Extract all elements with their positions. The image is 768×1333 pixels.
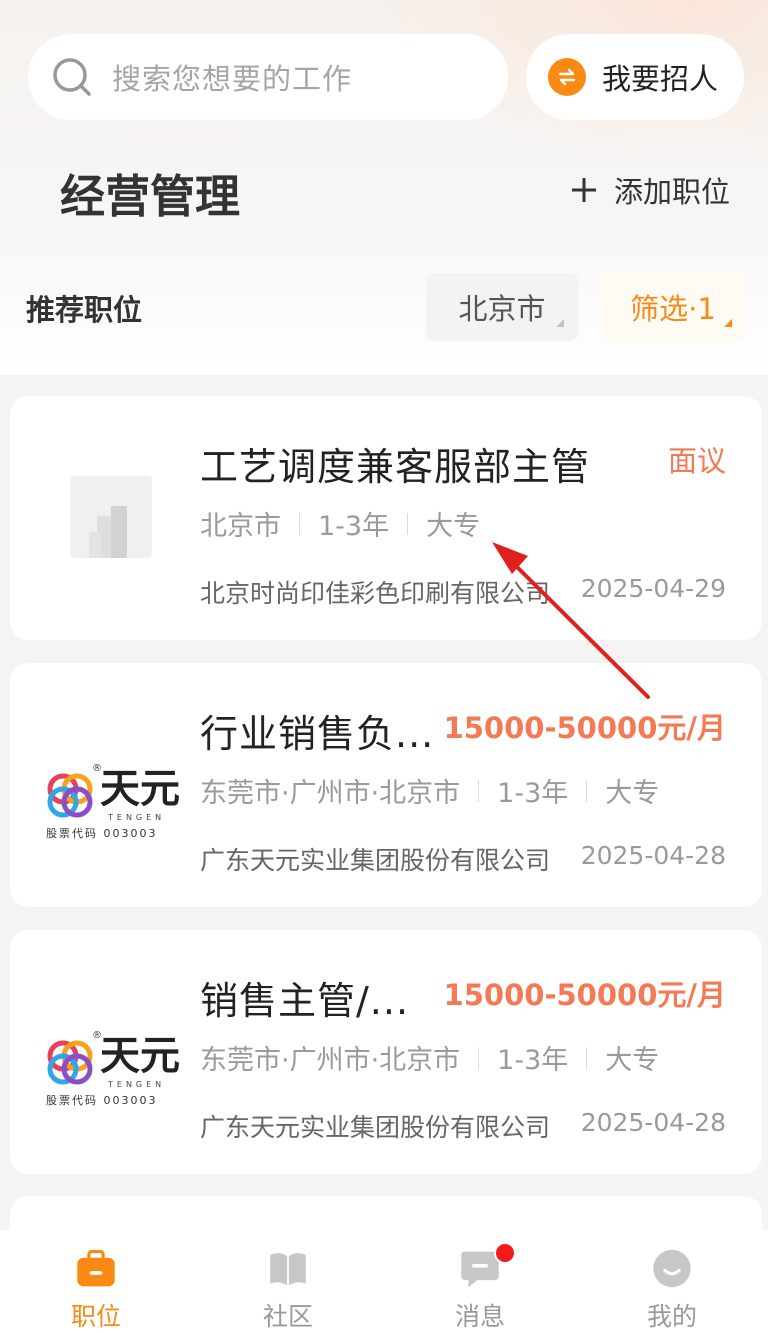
company-logo: ® 天元 TENGEN 股票代码 003003	[44, 763, 180, 843]
divider	[478, 779, 480, 802]
logo-brand-text: 天元	[100, 765, 180, 812]
add-position-label: 添加职位	[614, 175, 731, 209]
divider	[586, 1046, 588, 1069]
job-title: 行业销售负...	[200, 712, 435, 756]
job-title: 销售主管/...	[200, 979, 410, 1023]
plus-icon	[572, 178, 596, 202]
search-placeholder: 搜索您想要的工作	[112, 62, 353, 96]
search-bar[interactable]: 搜索您想要的工作	[28, 34, 508, 120]
screen-filter[interactable]: 筛选·1	[600, 273, 746, 341]
tengen-logo-mark	[47, 773, 93, 818]
briefcase-icon	[77, 1250, 115, 1287]
job-salary: 15000-50000元/月	[443, 978, 726, 1012]
bottom-nav: 职位 社区 消息 我的	[0, 1230, 768, 1333]
logo-brand-en: TENGEN	[108, 1080, 166, 1089]
job-card[interactable]: ® 天元 TENGEN 股票代码 003003 行业销售负... 15000-5…	[10, 663, 762, 907]
add-position-button[interactable]: 添加职位	[570, 168, 730, 212]
swap-icon	[548, 58, 586, 96]
nav-label: 职位	[70, 1302, 121, 1331]
nav-label: 社区	[262, 1302, 313, 1331]
nav-label: 我的	[646, 1302, 697, 1331]
divider	[299, 512, 300, 535]
job-location: 东莞市·广州市·北京市	[200, 1045, 461, 1076]
logo-stock-code: 股票代码 003003	[46, 1094, 158, 1107]
job-education: 大专	[426, 511, 481, 542]
job-meta: 东莞市·广州市·北京市 1-3年 大专	[200, 1038, 659, 1077]
nav-item-profile[interactable]: 我的	[576, 1230, 768, 1333]
logo-brand-en: TENGEN	[108, 813, 166, 822]
job-experience: 1-3年	[497, 778, 569, 809]
divider	[407, 512, 409, 535]
divider	[478, 1046, 480, 1069]
job-title: 工艺调度兼客服部主管	[200, 445, 591, 489]
city-filter-label: 北京市	[458, 292, 546, 326]
company-logo-placeholder	[70, 476, 152, 558]
nav-item-messages[interactable]: 消息	[384, 1230, 576, 1333]
job-experience: 1-3年	[497, 1045, 569, 1076]
recommend-label: 推荐职位	[26, 293, 143, 327]
profile-icon	[653, 1249, 691, 1288]
section-title: 经营管理	[60, 170, 241, 223]
city-filter[interactable]: 北京市	[426, 273, 578, 341]
nav-item-jobs[interactable]: 职位	[0, 1230, 192, 1333]
job-date: 2025-04-28	[580, 841, 726, 870]
search-icon	[53, 58, 91, 96]
screen-filter-label: 筛选·1	[630, 292, 716, 326]
tengen-logo-mark	[47, 1040, 93, 1085]
job-meta: 东莞市·广州市·北京市 1-3年 大专	[200, 771, 659, 810]
job-date: 2025-04-28	[580, 1108, 726, 1137]
dropdown-corner-icon	[724, 319, 732, 327]
notification-badge	[494, 1242, 516, 1264]
job-education: 大专	[605, 1045, 660, 1076]
job-card[interactable]: ® 天元 TENGEN 股票代码 003003 销售主管/... 15000-5…	[10, 930, 762, 1174]
job-location: 北京市	[200, 511, 281, 542]
company-logo: ® 天元 TENGEN 股票代码 003003	[44, 1030, 180, 1110]
job-company: 广东天元实业集团股份有限公司	[200, 846, 551, 875]
job-salary: 面议	[667, 444, 726, 478]
logo-brand-text: 天元	[100, 1032, 180, 1079]
recruit-button[interactable]: 我要招人	[526, 34, 744, 120]
job-company: 北京时尚印佳彩色印刷有限公司	[200, 579, 551, 608]
logo-stock-code: 股票代码 003003	[46, 827, 158, 840]
job-meta: 北京市 1-3年 大专	[200, 504, 480, 543]
job-salary: 15000-50000元/月	[443, 711, 726, 745]
nav-label: 消息	[454, 1302, 505, 1331]
building-icon	[89, 506, 127, 558]
book-icon	[270, 1253, 306, 1286]
job-company: 广东天元实业集团股份有限公司	[200, 1113, 551, 1142]
recruit-label: 我要招人	[602, 62, 719, 96]
dropdown-corner-icon	[556, 319, 564, 327]
job-experience: 1-3年	[318, 511, 390, 542]
nav-item-community[interactable]: 社区	[192, 1230, 384, 1333]
job-location: 东莞市·广州市·北京市	[200, 778, 461, 809]
job-date: 2025-04-29	[580, 574, 726, 603]
job-card[interactable]: 工艺调度兼客服部主管 面议 北京市 1-3年 大专 北京时尚印佳彩色印刷有限公司…	[10, 396, 762, 640]
divider	[586, 779, 588, 802]
job-education: 大专	[605, 778, 660, 809]
